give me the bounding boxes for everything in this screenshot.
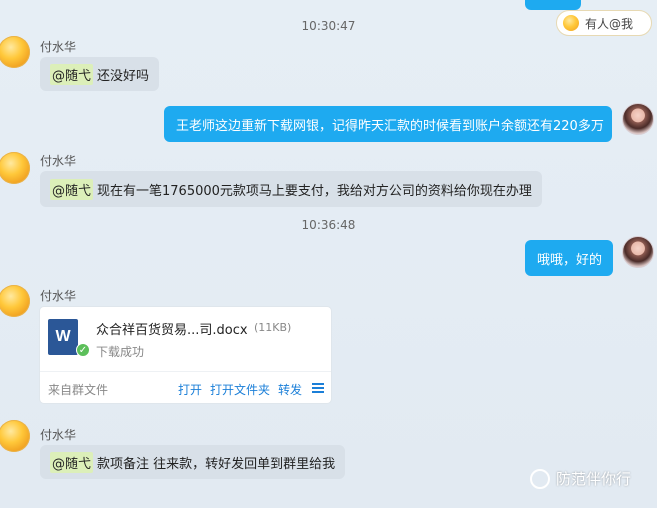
timestamp: 10:30:47 <box>301 19 356 33</box>
word-file-icon: W <box>48 319 78 355</box>
message-bubble-incoming[interactable]: @随弋 款项备注 往来款，转好发回单到群里给我 <box>40 445 346 479</box>
avatar[interactable] <box>0 420 30 452</box>
check-icon: ✓ <box>76 343 90 357</box>
watermark-text: 防范伴你行 <box>556 470 632 488</box>
file-source: 来自群文件 <box>48 383 109 397</box>
open-file-link[interactable]: 打开 <box>178 381 202 398</box>
sender-name: 付水华 <box>40 154 77 168</box>
message-bubble-incoming[interactable]: @随弋 还没好吗 <box>40 57 160 91</box>
file-status: 下载成功 <box>96 345 145 359</box>
message-text: 还没好吗 <box>97 68 150 84</box>
message-bubble-outgoing[interactable]: 王老师这边重新下载网银，记得昨天汇款的时候看到账户余额还有220多万 <box>164 106 612 142</box>
message-text: 王老师这边重新下载网银，记得昨天汇款的时候看到账户余额还有220多万 <box>176 118 604 134</box>
sender-name: 付水华 <box>40 289 77 303</box>
message-bubble-incoming[interactable]: @随弋 现在有一笔1765000元款项马上要支付，我给对方公司的资料给你现在办理 <box>40 171 542 207</box>
watermark: 防范伴你行 <box>530 468 631 489</box>
file-name[interactable]: 众合祥百货贸易...司.docx <box>96 319 248 338</box>
more-menu-icon[interactable] <box>312 381 324 395</box>
sender-name: 付水华 <box>40 40 77 54</box>
sender-name: 付水华 <box>40 428 77 442</box>
file-card-divider <box>40 371 331 372</box>
message-text: 款项备注 往来款，转好发回单到群里给我 <box>97 456 336 472</box>
message-text: 现在有一笔1765000元款项马上要支付，我给对方公司的资料给你现在办理 <box>97 183 532 199</box>
avatar[interactable] <box>0 36 30 68</box>
timestamp: 10:36:48 <box>301 218 356 232</box>
message-text: 哦哦，好的 <box>537 252 603 268</box>
file-size: (11KB) <box>254 321 292 334</box>
avatar[interactable] <box>0 285 30 317</box>
avatar[interactable] <box>622 236 654 268</box>
file-card[interactable]: W ✓ 众合祥百货贸易...司.docx (11KB) 下载成功 来自群文件 打… <box>40 307 331 403</box>
forward-link[interactable]: 转发 <box>278 381 302 398</box>
mention-tag[interactable]: @随弋 <box>50 63 94 85</box>
wechat-official-account-icon <box>530 468 550 489</box>
mention-tag[interactable]: @随弋 <box>50 178 94 200</box>
open-folder-link[interactable]: 打开文件夹 <box>210 381 270 398</box>
partial-outgoing-bubble <box>525 0 581 10</box>
avatar[interactable] <box>622 103 654 135</box>
avatar[interactable] <box>0 152 30 184</box>
message-bubble-outgoing[interactable]: 哦哦，好的 <box>525 240 613 276</box>
mention-tag[interactable]: @随弋 <box>50 451 94 473</box>
